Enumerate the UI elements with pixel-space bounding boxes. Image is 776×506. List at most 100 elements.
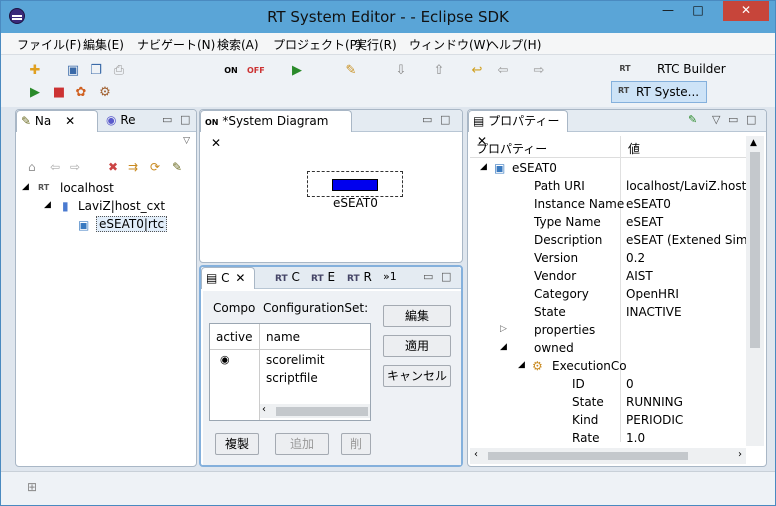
property-key[interactable]: State [572, 395, 604, 409]
minimize-button[interactable]: — [655, 1, 681, 21]
collapse-icon[interactable]: ◢ [500, 342, 507, 352]
scroll-right-icon[interactable]: › [738, 449, 742, 460]
configset-row[interactable]: scorelimit [266, 353, 325, 367]
component-selection[interactable] [307, 171, 403, 197]
tab-configuration[interactable]: ▤ C ✕ [201, 267, 255, 289]
scroll-left-icon[interactable]: ‹ [474, 449, 478, 460]
view-menu-icon[interactable]: ▽ [183, 136, 190, 146]
menu-search[interactable]: 検索(A) [217, 36, 259, 53]
tab-properties[interactable]: ▤ プロパティー ✕ [468, 110, 568, 148]
save-all-icon[interactable]: ❐ [88, 63, 104, 79]
property-key[interactable]: ID [572, 377, 585, 391]
radio-active[interactable]: ◉ [220, 353, 230, 366]
connect-icon[interactable]: ⇉ [128, 160, 138, 174]
property-key[interactable]: properties [534, 323, 595, 337]
property-root[interactable]: eSEAT0 [512, 161, 557, 175]
forward-icon[interactable]: ⇨ [70, 160, 80, 174]
tab-system-diagram[interactable]: ON *System Diagram ✕ [200, 110, 352, 150]
property-key[interactable]: State [534, 305, 566, 319]
property-key[interactable]: ExecutionCo [552, 359, 627, 373]
stop-icon[interactable]: ■ [51, 85, 67, 101]
tab-rt-3[interactable]: RT R [343, 267, 376, 289]
on-icon[interactable]: ON [223, 63, 239, 79]
home-icon[interactable]: ⌂ [28, 160, 36, 174]
more-tabs[interactable]: »1 [379, 267, 401, 289]
property-key[interactable]: Description [534, 233, 602, 247]
menu-window[interactable]: ウィンドウ(W) [409, 36, 490, 53]
minimize-icon[interactable]: ▭ [423, 270, 433, 283]
property-key[interactable]: Category [534, 287, 589, 301]
collapse-icon[interactable]: ◢ [44, 200, 51, 210]
maximize-icon[interactable]: □ [441, 270, 451, 283]
property-key[interactable]: owned [534, 341, 574, 355]
property-key[interactable]: Type Name [534, 215, 601, 229]
forward-icon[interactable]: ⇨ [531, 63, 547, 79]
run-icon[interactable]: ▶ [289, 63, 305, 79]
property-key[interactable]: Path URI [534, 179, 585, 193]
apply-button[interactable]: 適用 [383, 335, 451, 357]
print-icon[interactable]: ⎙ [111, 63, 127, 79]
view-menu-icon[interactable]: ▽ [712, 113, 720, 126]
maximize-icon[interactable]: □ [440, 113, 450, 126]
cancel-button[interactable]: キャンセル [383, 365, 451, 387]
tab-rt-2[interactable]: RT E [307, 267, 339, 289]
collapse-icon[interactable]: ◢ [480, 162, 487, 172]
property-key[interactable]: Version [534, 251, 578, 265]
new-icon[interactable]: ✚ [27, 63, 43, 79]
close-icon[interactable]: ✕ [211, 136, 221, 150]
delete-button[interactable]: 削 [341, 433, 371, 455]
off-icon[interactable]: OFF [247, 63, 265, 79]
prev-annotation-icon[interactable]: ⇧ [431, 63, 447, 79]
tree-item-localhost[interactable]: localhost [60, 181, 114, 195]
property-key[interactable]: Instance Name [534, 197, 624, 211]
close-button[interactable]: ✕ [723, 1, 769, 21]
minimize-icon[interactable]: ▭ [162, 113, 172, 126]
fast-view-icon[interactable]: ⊞ [27, 480, 37, 494]
menu-edit[interactable]: 編集(E) [83, 36, 124, 53]
vertical-scrollbar[interactable]: ▲ [746, 136, 764, 446]
menu-help[interactable]: ヘルプ(H) [487, 36, 541, 53]
back-icon[interactable]: ⇦ [495, 63, 511, 79]
pin-icon[interactable]: ✎ [688, 113, 697, 126]
menu-navigate[interactable]: ナビゲート(N) [137, 36, 215, 53]
scroll-left-icon[interactable]: ‹ [262, 404, 266, 415]
rt-system-perspective[interactable]: RT RT Syste... [611, 81, 707, 103]
configset-row[interactable]: scriptfile [266, 371, 318, 385]
tab-name-service[interactable]: ✎ Na ✕ [16, 110, 98, 132]
horizontal-scrollbar[interactable]: ‹ › [470, 448, 746, 464]
tab-repository[interactable]: ◉ Re [102, 110, 140, 132]
expand-icon[interactable]: ▷ [500, 324, 507, 334]
collapse-icon[interactable]: ◢ [22, 182, 29, 192]
copy-button[interactable]: 複製 [215, 433, 259, 455]
close-icon[interactable]: ✕ [235, 271, 245, 285]
menu-project[interactable]: プロジェクト(P) [273, 36, 362, 53]
minimize-icon[interactable]: ▭ [422, 113, 432, 126]
menu-run[interactable]: 実行(R) [355, 36, 397, 53]
next-annotation-icon[interactable]: ⇩ [393, 63, 409, 79]
tree-item-host-cxt[interactable]: LaviZ|host_cxt [78, 199, 165, 213]
add-button[interactable]: 追加 [275, 433, 329, 455]
edit-button[interactable]: 編集 [383, 305, 451, 327]
delete-icon[interactable]: ✖ [108, 160, 118, 174]
component-block[interactable] [332, 179, 378, 191]
collapse-icon[interactable]: ◢ [518, 360, 525, 370]
rtc-builder-perspective[interactable]: RTC Builder [657, 62, 726, 76]
maximize-button[interactable]: □ [685, 1, 711, 21]
property-key[interactable]: Vendor [534, 269, 576, 283]
back-icon[interactable]: ⇦ [50, 160, 60, 174]
menu-file[interactable]: ファイル(F) [17, 36, 81, 53]
tab-rt-1[interactable]: RT C [271, 267, 304, 289]
property-key[interactable]: Kind [572, 413, 598, 427]
activate-icon[interactable]: ▶ [27, 85, 43, 101]
refresh-icon[interactable]: ⟳ [150, 160, 160, 174]
horizontal-scrollbar[interactable]: ‹ [260, 404, 370, 418]
maximize-icon[interactable]: □ [746, 113, 756, 126]
tree-item-eseat0[interactable]: eSEAT0|rtc [96, 216, 168, 232]
maximize-icon[interactable]: □ [180, 113, 190, 126]
property-key[interactable]: Rate [572, 431, 600, 445]
scroll-up-icon[interactable]: ▲ [750, 138, 757, 148]
minimize-icon[interactable]: ▭ [728, 113, 738, 126]
close-icon[interactable]: ✕ [65, 114, 75, 128]
settings-icon[interactable]: ✿ [73, 85, 89, 101]
save-icon[interactable]: ▣ [65, 63, 81, 79]
